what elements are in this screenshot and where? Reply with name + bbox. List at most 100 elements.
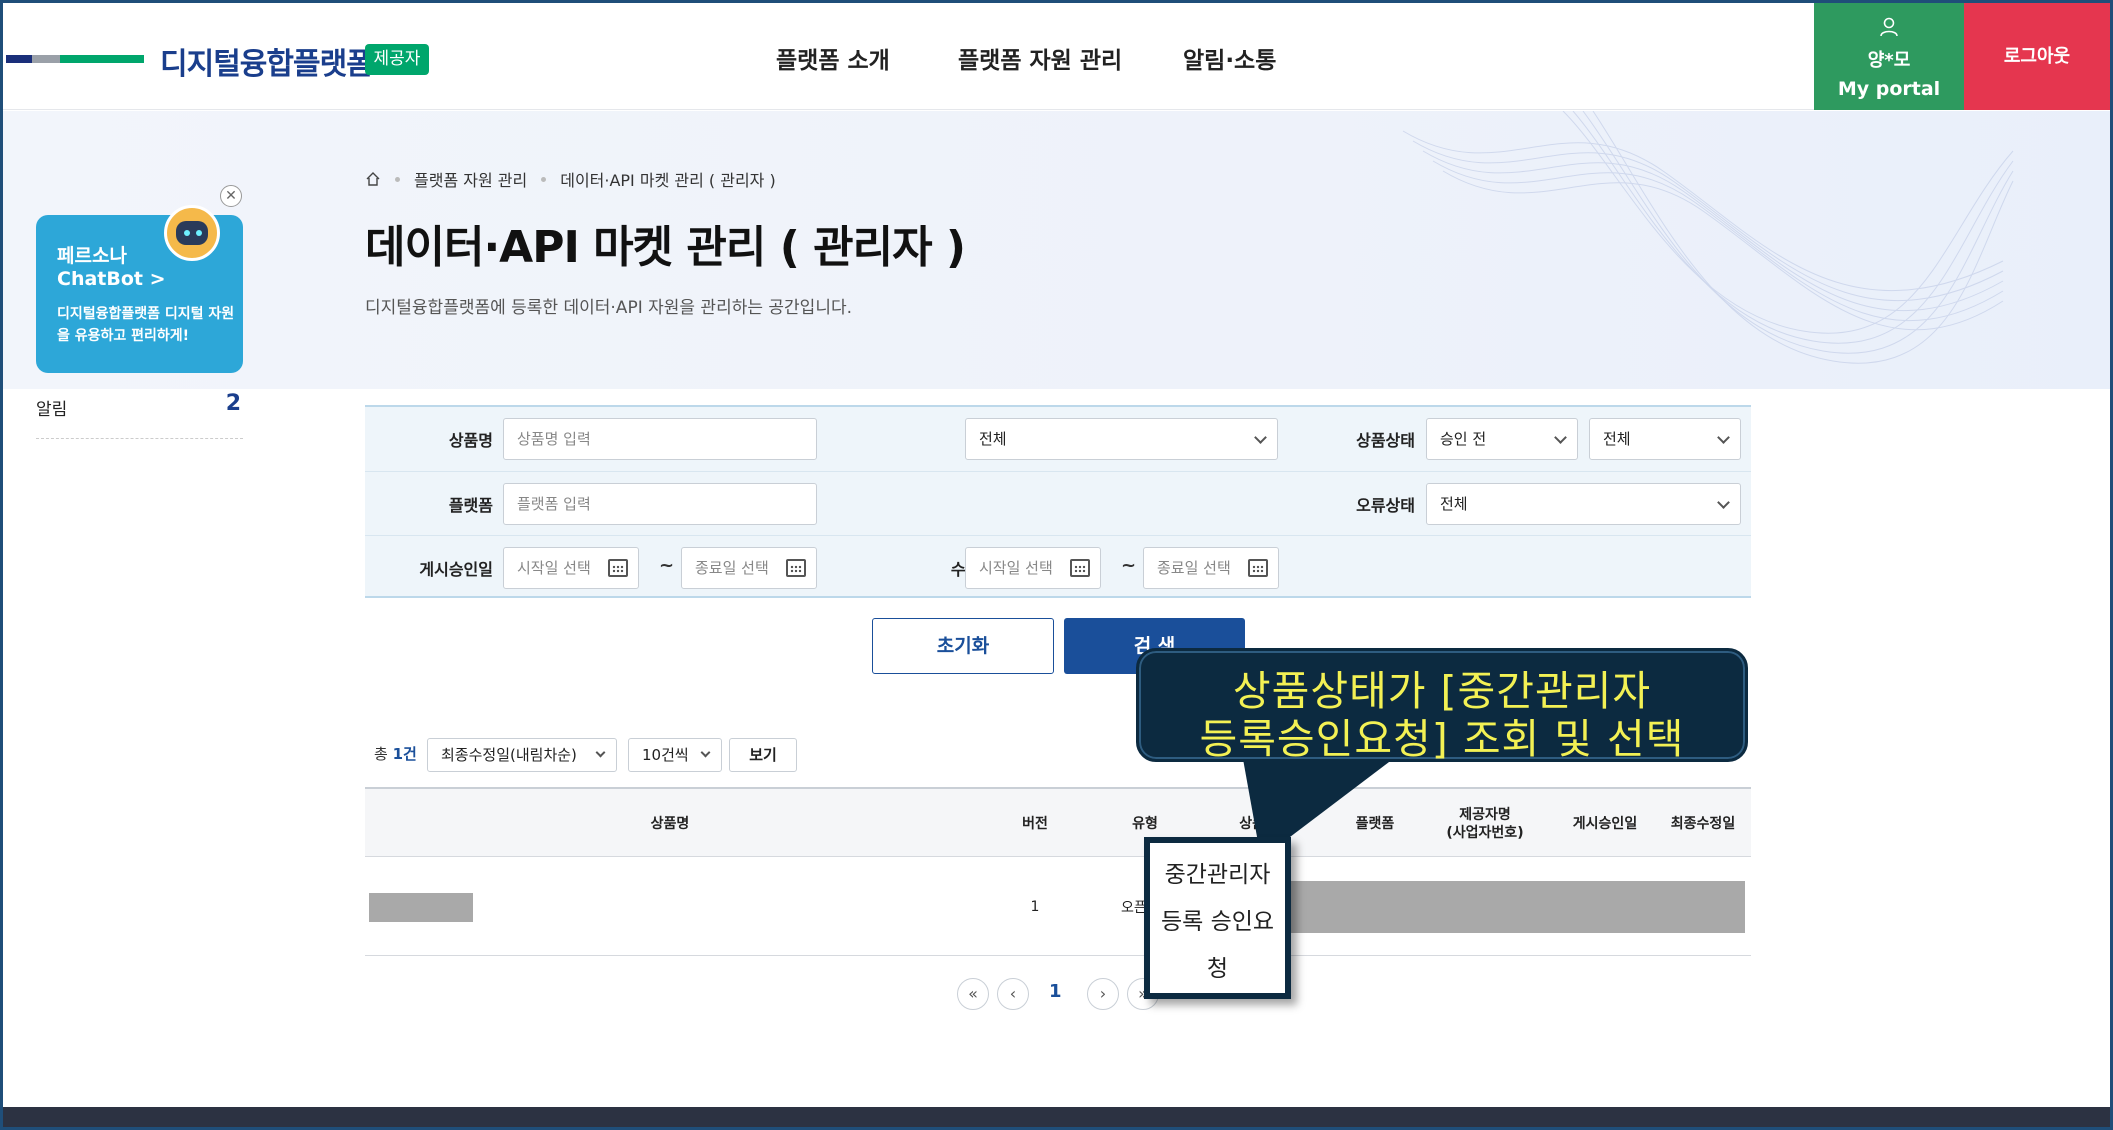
logo-bar-gray (32, 55, 60, 63)
column-header-approve-date[interactable]: 게시승인일 (1555, 789, 1655, 859)
breadcrumb-item[interactable]: 플랫폼 자원 관리 (414, 167, 527, 191)
platform-input[interactable]: 플랫폼 입력 (503, 483, 817, 525)
first-page-icon[interactable]: « (957, 978, 989, 1010)
product-status-sub-value: 전체 (1603, 430, 1631, 448)
product-name-label: 상품명 (448, 431, 493, 450)
total-count-value: 1건 (392, 745, 417, 763)
approve-start-placeholder: 시작일 선택 (517, 559, 591, 577)
highlight-line: 등록 승인요 (1160, 909, 1275, 935)
robot-icon (164, 205, 220, 261)
chatbot-subtitle: ChatBot > (57, 268, 166, 290)
product-status-value: 승인 전 (1440, 430, 1487, 448)
my-portal-button[interactable]: 양*모 My portal (1814, 3, 1964, 110)
page-size-select[interactable]: 10건씩 (628, 738, 722, 772)
page-number-current[interactable]: 1 (1049, 981, 1062, 1002)
hero-banner (3, 111, 2110, 389)
modified-start-date-input[interactable]: 시작일 선택 (965, 547, 1101, 589)
callout-bubble: 상품상태가 [중간관리자 등록승인요청] 조회 및 선택 (1136, 648, 1748, 763)
column-header-provider[interactable]: 제공자명 (사업자번호) (1415, 789, 1555, 859)
search-row-3: 게시승인일 시작일 선택 ~ 종료일 선택 수정일 시작일 선택 ~ 종료일 선… (365, 535, 1751, 599)
column-header-version[interactable]: 버전 (975, 789, 1095, 859)
total-count: 총 1건 (374, 743, 417, 764)
chevron-down-icon (595, 747, 606, 758)
modified-start-placeholder: 시작일 선택 (979, 559, 1053, 577)
approve-end-placeholder: 종료일 선택 (695, 559, 769, 577)
cell-version: 1 (1030, 898, 1040, 915)
nav-platform-resource[interactable]: 플랫폼 자원 관리 (958, 41, 1122, 75)
product-name-input[interactable]: 상품명 입력 (503, 418, 817, 460)
breadcrumb-separator (395, 176, 400, 182)
nav-platform-intro[interactable]: 플랫폼 소개 (776, 41, 890, 75)
product-status-label: 상품상태 (1356, 431, 1415, 450)
approve-start-date-input[interactable]: 시작일 선택 (503, 547, 639, 589)
search-panel: 상품명 상품명 입력 유형 전체 상품상태 승인 전 전체 플랫폼 플랫폼 입력… (365, 405, 1751, 598)
platform-label: 플랫폼 (448, 496, 493, 515)
user-icon (1880, 17, 1898, 37)
robot-eye (184, 230, 190, 236)
logo-bar-navy (6, 55, 32, 63)
chatbot-description: 디지털융합플랫폼 디지털 자원을 유용하고 편리하게! (57, 306, 235, 344)
my-portal-label: My portal (1837, 78, 1941, 100)
app-frame: 디지털융합플랫폼 제공자 플랫폼 소개 플랫폼 자원 관리 알림·소통 양*모 … (0, 0, 2113, 1130)
chevron-down-icon (1254, 431, 1267, 444)
logo-text[interactable]: 디지털융합플랫폼 (160, 39, 374, 83)
table-header: 상품명 버전 유형 상품상태 플랫폼 제공자명 (사업자번호) 게시승인일 최종… (365, 787, 1751, 857)
nav-notice-communication[interactable]: 알림·소통 (1183, 41, 1276, 75)
logo-bars (6, 55, 144, 63)
breadcrumb-separator (541, 176, 547, 182)
reset-button[interactable]: 초기화 (872, 618, 1054, 674)
error-status-select[interactable]: 전체 (1426, 483, 1741, 525)
approve-end-date-input[interactable]: 종료일 선택 (681, 547, 817, 589)
chevron-down-icon (700, 747, 711, 758)
callout-line-2: 등록승인요청] 조회 및 선택 (1199, 715, 1685, 763)
robot-eye (196, 230, 202, 236)
column-header-modified-date[interactable]: 최종수정일 (1655, 789, 1751, 859)
logout-button[interactable]: 로그아웃 (1964, 3, 2110, 110)
breadcrumb-item-current: 데이터·API 마켓 관리 ( 관리자 ) (560, 171, 776, 190)
page-size-value: 10건씩 (642, 746, 689, 764)
column-header-product-name[interactable]: 상품명 (365, 789, 975, 859)
home-icon[interactable] (365, 171, 381, 187)
robot-face (176, 221, 208, 245)
highlight-line: 중간관리자 (1164, 862, 1271, 888)
chevron-down-icon (1554, 431, 1567, 444)
date-range-tilde: ~ (1121, 555, 1137, 576)
sort-select[interactable]: 최종수정일(내림차순) (427, 738, 617, 772)
footer-bar (3, 1107, 2110, 1127)
chatbot-banner[interactable]: 페르소나 ChatBot > 디지털융합플랫폼 디지털 자원을 유용하고 편리하… (36, 205, 243, 373)
chatbot-title: 페르소나 (57, 245, 127, 267)
calendar-icon[interactable] (608, 559, 628, 577)
type-select[interactable]: 전체 (965, 418, 1278, 460)
product-status-select[interactable]: 승인 전 (1426, 418, 1578, 460)
masked-row-details (1285, 881, 1745, 933)
date-range-tilde: ~ (659, 555, 675, 576)
alarm-label: 알림 (36, 400, 68, 420)
modified-end-placeholder: 종료일 선택 (1157, 559, 1231, 577)
view-button[interactable]: 보기 (729, 738, 797, 772)
product-status-sub-select[interactable]: 전체 (1589, 418, 1741, 460)
modified-end-date-input[interactable]: 종료일 선택 (1143, 547, 1279, 589)
user-name: 양*모 (1867, 50, 1911, 71)
type-select-value: 전체 (979, 430, 1007, 448)
calendar-icon[interactable] (1248, 559, 1268, 577)
table-row[interactable]: 1 오픈API (365, 857, 1751, 956)
error-status-label: 오류상태 (1356, 496, 1415, 515)
page-description: 디지털융합플랫폼에 등록한 데이터·API 자원을 관리하는 공간입니다. (365, 298, 853, 318)
total-prefix: 총 (374, 745, 388, 763)
logo-bar-green (60, 55, 144, 63)
close-icon[interactable]: ✕ (220, 185, 242, 207)
error-status-value: 전체 (1440, 495, 1468, 513)
calendar-icon[interactable] (1070, 559, 1090, 577)
next-page-icon[interactable]: › (1087, 978, 1119, 1010)
search-row-2: 플랫폼 플랫폼 입력 오류상태 전체 (365, 471, 1751, 535)
page-title: 데이터·API 마켓 관리 ( 관리자 ) (365, 222, 966, 273)
alarm-count: 2 (225, 391, 241, 416)
chevron-down-icon (1717, 431, 1730, 444)
prev-page-icon[interactable]: ‹ (997, 978, 1029, 1010)
alarm-summary[interactable]: 알림 2 (36, 391, 243, 439)
calendar-icon[interactable] (786, 559, 806, 577)
chevron-down-icon (1717, 496, 1730, 509)
hero-wave-graphic (1402, 111, 2014, 364)
masked-product-name (369, 893, 473, 922)
approve-date-label: 게시승인일 (419, 560, 493, 579)
